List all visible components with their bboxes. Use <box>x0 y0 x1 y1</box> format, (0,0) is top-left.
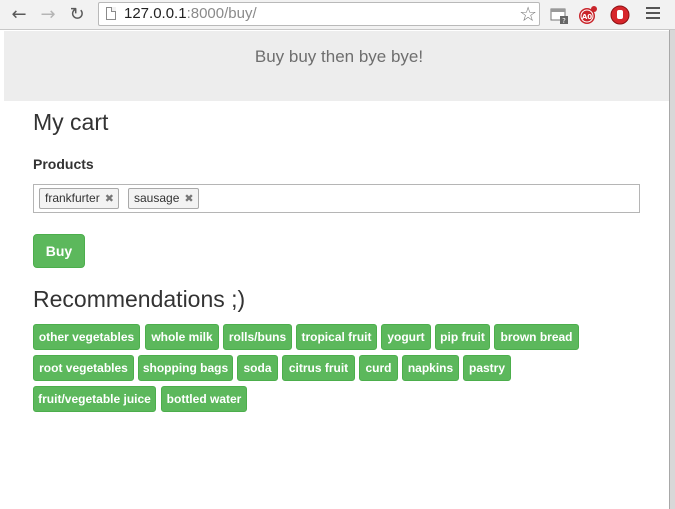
page-icon <box>106 7 116 20</box>
stop-hand-icon[interactable] <box>610 5 630 25</box>
tag-label: sausage <box>134 191 180 205</box>
tag-label: frankfurter <box>45 191 100 205</box>
recommendation-button[interactable]: root vegetables <box>33 355 134 381</box>
recommendation-button[interactable]: shopping bags <box>138 355 233 381</box>
recommendation-button[interactable]: curd <box>359 355 398 381</box>
recommendation-button[interactable]: soda <box>237 355 278 381</box>
cart-title: My cart <box>33 109 109 135</box>
products-label: Products <box>33 156 94 172</box>
svg-text:?: ? <box>562 17 566 25</box>
bookmark-star-icon[interactable]: ☆ <box>519 2 537 26</box>
back-arrow-icon[interactable]: ← <box>8 4 30 26</box>
recommendation-button[interactable]: citrus fruit <box>282 355 355 381</box>
product-tag[interactable]: sausage ✖ <box>128 188 199 209</box>
recommendation-button[interactable]: brown bread <box>494 324 579 350</box>
browser-toolbar: ← → ↻ 127.0.0.1:8000/buy/ ☆ ? A0 <box>0 0 675 30</box>
banner-title: Buy buy then bye bye! <box>254 47 424 66</box>
url-path: :8000/buy/ <box>186 5 257 22</box>
recommendation-button[interactable]: pastry <box>463 355 511 381</box>
address-bar[interactable]: 127.0.0.1:8000/buy/ ☆ <box>98 2 540 26</box>
page: Buy buy then bye bye! My cart Products f… <box>4 31 669 509</box>
recommendation-button[interactable]: whole milk <box>145 324 219 350</box>
menu-hamburger-icon[interactable] <box>646 7 660 22</box>
recommendation-button[interactable]: napkins <box>402 355 459 381</box>
extension-window-icon[interactable]: ? <box>550 5 570 25</box>
header-banner: Buy buy then bye bye! <box>4 31 669 101</box>
recommendation-button[interactable]: tropical fruit <box>296 324 377 350</box>
forward-arrow-icon[interactable]: → <box>37 4 59 26</box>
window-edge <box>669 30 675 509</box>
recommendation-button[interactable]: yogurt <box>381 324 431 350</box>
recommendation-button[interactable]: rolls/buns <box>223 324 292 350</box>
remove-tag-icon[interactable]: ✖ <box>105 189 114 208</box>
reload-icon[interactable]: ↻ <box>66 4 88 26</box>
recommendation-button[interactable]: bottled water <box>161 386 247 412</box>
products-tag-input[interactable]: frankfurter ✖ sausage ✖ <box>33 184 640 213</box>
product-tag[interactable]: frankfurter ✖ <box>39 188 119 209</box>
recommendation-button[interactable]: pip fruit <box>435 324 490 350</box>
svg-text:A0: A0 <box>582 13 592 21</box>
adblock-icon[interactable]: A0 <box>578 5 598 25</box>
buy-button[interactable]: Buy <box>33 234 85 268</box>
recommendations-title: Recommendations ;) <box>33 286 246 312</box>
recommendation-button[interactable]: fruit/vegetable juice <box>33 386 156 412</box>
recommendation-button[interactable]: other vegetables <box>33 324 140 350</box>
url-host: 127.0.0.1 <box>124 5 187 22</box>
remove-tag-icon[interactable]: ✖ <box>184 189 193 208</box>
url-text[interactable]: 127.0.0.1:8000/buy/ <box>124 5 257 23</box>
